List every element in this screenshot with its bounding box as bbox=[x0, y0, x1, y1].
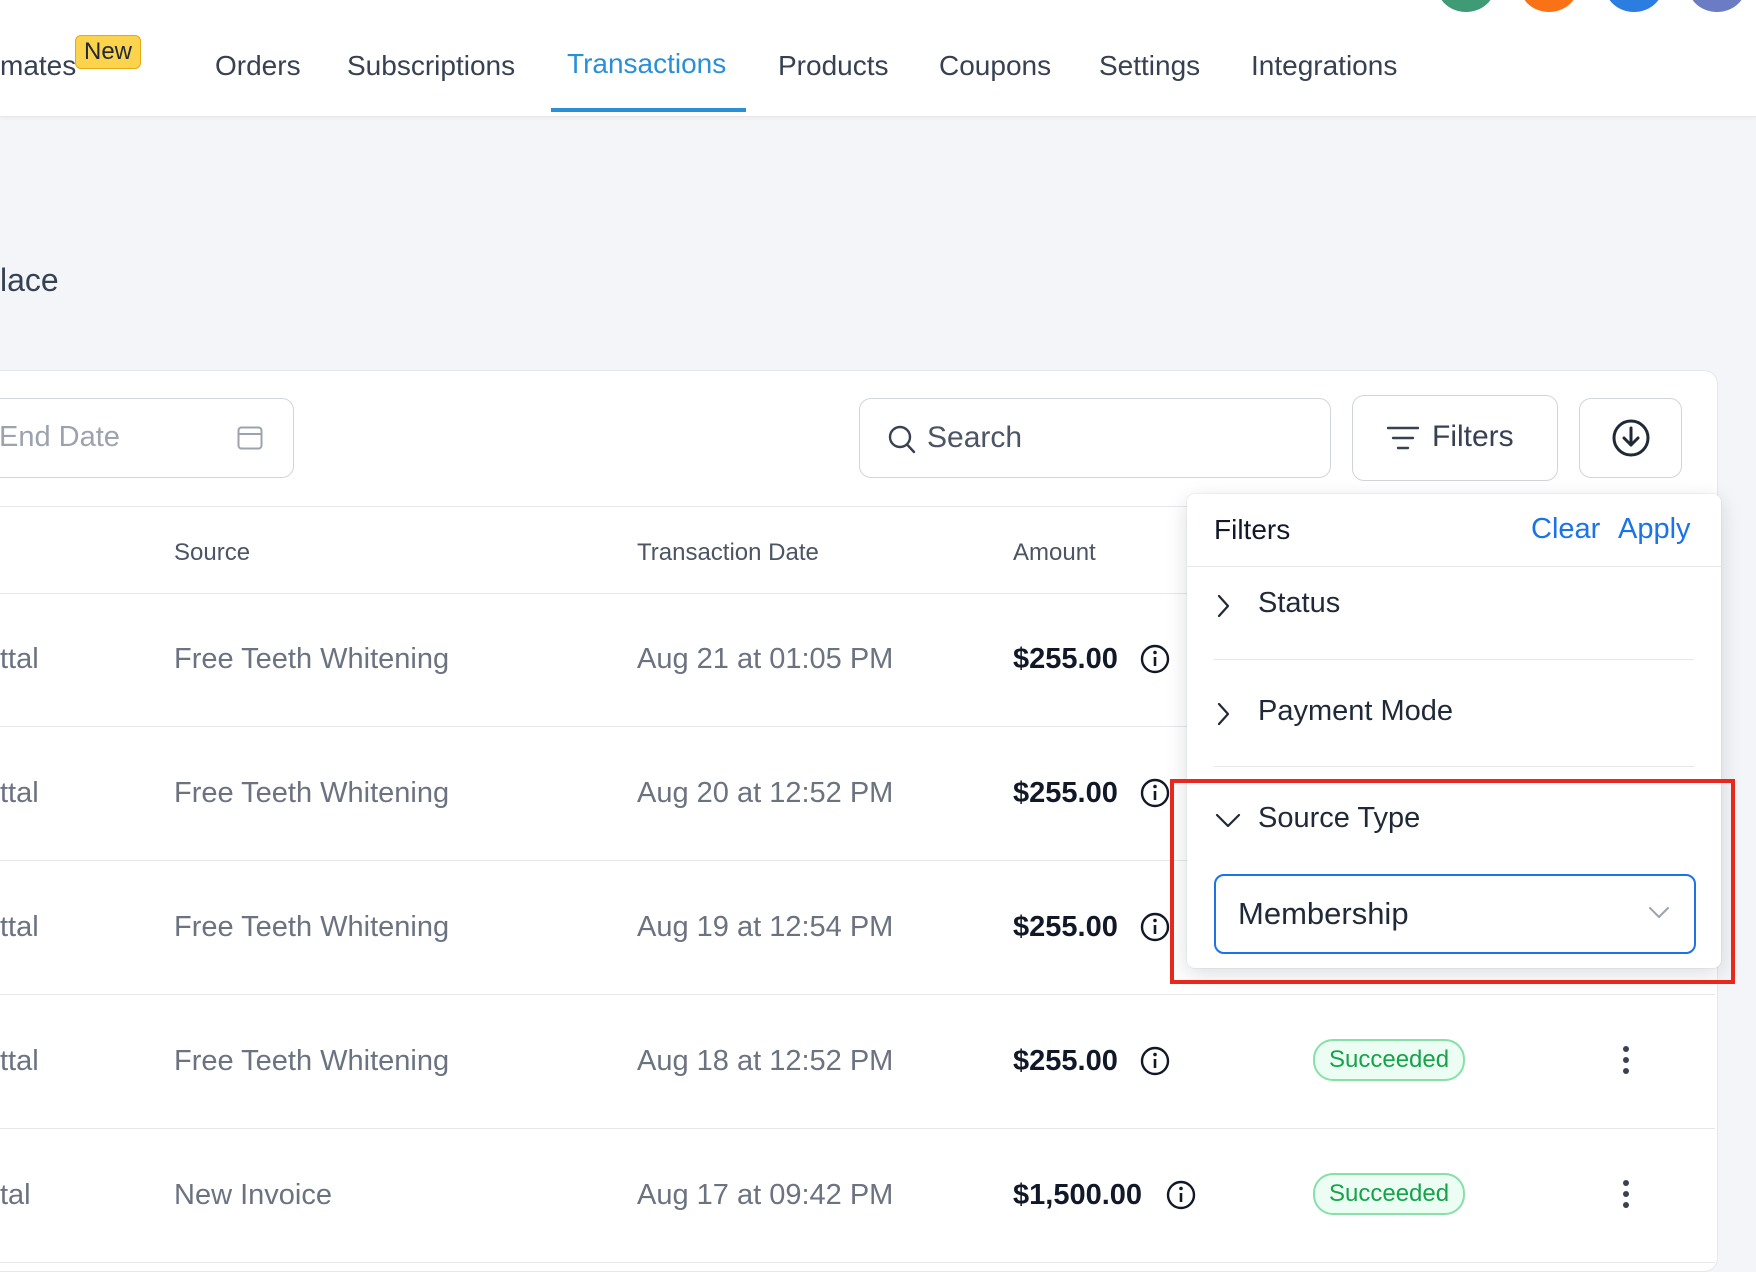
chevron-right-icon bbox=[1214, 700, 1232, 733]
active-tab-indicator bbox=[551, 108, 746, 112]
source-cell: Free Teeth Whitening bbox=[174, 1045, 450, 1077]
customer-name: tal bbox=[0, 1179, 31, 1211]
filters-button[interactable]: Filters bbox=[1352, 395, 1558, 481]
amount-cell: $255.00 bbox=[1013, 1045, 1118, 1077]
amount-cell: $1,500.00 bbox=[1013, 1179, 1143, 1211]
filter-section-status[interactable]: Status bbox=[1214, 586, 1694, 626]
end-date-placeholder: End Date bbox=[0, 421, 120, 453]
calendar-icon[interactable] bbox=[237, 425, 263, 456]
date-cell: Aug 17 at 09:42 PM bbox=[637, 1179, 894, 1211]
date-cell: Aug 21 at 01:05 PM bbox=[637, 643, 894, 675]
avatar[interactable] bbox=[1688, 0, 1746, 12]
new-badge: New bbox=[75, 35, 142, 69]
row-menu-icon[interactable] bbox=[1623, 1046, 1633, 1079]
search-icon bbox=[888, 425, 916, 460]
tab-settings[interactable]: Settings bbox=[1099, 50, 1200, 82]
page-title: lace bbox=[0, 262, 59, 298]
download-icon bbox=[1611, 418, 1651, 463]
header-transaction-date[interactable]: Transaction Date bbox=[637, 539, 819, 567]
search-input[interactable]: Search bbox=[859, 398, 1331, 478]
tab-transactions[interactable]: Transactions bbox=[567, 48, 726, 80]
customer-name: ttal bbox=[0, 911, 39, 943]
filters-button-label: Filters bbox=[1432, 420, 1514, 453]
header-amount[interactable]: Amount bbox=[1013, 539, 1096, 567]
status-badge: Succeeded bbox=[1313, 1039, 1466, 1081]
search-placeholder: Search bbox=[927, 421, 1023, 454]
avatar[interactable] bbox=[1605, 0, 1663, 12]
source-cell: New Invoice bbox=[174, 1179, 332, 1211]
divider bbox=[1187, 566, 1721, 567]
filter-icon bbox=[1386, 426, 1420, 455]
status-badge: Succeeded bbox=[1313, 1173, 1466, 1215]
info-icon[interactable] bbox=[1140, 644, 1170, 679]
tab-orders[interactable]: Orders bbox=[215, 50, 301, 82]
amount-cell: $255.00 bbox=[1013, 643, 1118, 675]
amount-cell: $255.00 bbox=[1013, 911, 1118, 943]
source-cell: Free Teeth Whitening bbox=[174, 643, 450, 675]
date-cell: Aug 18 at 12:52 PM bbox=[637, 1045, 894, 1077]
filter-section-label: Payment Mode bbox=[1258, 695, 1454, 727]
filters-popover-title: Filters bbox=[1214, 514, 1291, 545]
customer-name: ttal bbox=[0, 1045, 39, 1077]
highlight-annotation bbox=[1170, 779, 1735, 984]
info-icon[interactable] bbox=[1166, 1180, 1196, 1215]
avatar[interactable] bbox=[1437, 0, 1495, 12]
apply-filters-button[interactable]: Apply bbox=[1618, 513, 1691, 546]
top-navigation: mates New Orders Subscriptions Transacti… bbox=[0, 0, 1756, 117]
tab-coupons[interactable]: Coupons bbox=[939, 50, 1051, 82]
tab-subscriptions[interactable]: Subscriptions bbox=[347, 50, 515, 82]
table-row[interactable]: tal New Invoice Aug 17 at 09:42 PM $1,50… bbox=[0, 1128, 1715, 1263]
info-icon[interactable] bbox=[1140, 912, 1170, 947]
filter-section-payment-mode[interactable]: Payment Mode bbox=[1214, 694, 1694, 734]
customer-name: ttal bbox=[0, 777, 39, 809]
divider bbox=[1214, 659, 1694, 660]
amount-cell: $255.00 bbox=[1013, 777, 1118, 809]
download-button[interactable] bbox=[1579, 398, 1682, 478]
clear-filters-button[interactable]: Clear bbox=[1531, 513, 1600, 546]
row-menu-icon[interactable] bbox=[1623, 1180, 1633, 1213]
source-cell: Free Teeth Whitening bbox=[174, 777, 450, 809]
chevron-right-icon bbox=[1214, 592, 1232, 625]
avatar[interactable] bbox=[1520, 0, 1578, 12]
date-cell: Aug 19 at 12:54 PM bbox=[637, 911, 894, 943]
tab-integrations[interactable]: Integrations bbox=[1251, 50, 1397, 82]
tab-products[interactable]: Products bbox=[778, 50, 889, 82]
info-icon[interactable] bbox=[1140, 1046, 1170, 1081]
divider bbox=[1214, 766, 1694, 767]
source-cell: Free Teeth Whitening bbox=[174, 911, 450, 943]
date-cell: Aug 20 at 12:52 PM bbox=[637, 777, 894, 809]
info-icon[interactable] bbox=[1140, 778, 1170, 813]
header-source[interactable]: Source bbox=[174, 539, 250, 567]
customer-name: ttal bbox=[0, 643, 39, 675]
end-date-field[interactable]: End Date bbox=[0, 398, 294, 478]
filter-section-label: Status bbox=[1258, 587, 1341, 619]
table-row[interactable]: ttal Free Teeth Whitening Aug 18 at 12:5… bbox=[0, 994, 1715, 1129]
tab-mates[interactable]: mates bbox=[0, 50, 76, 82]
